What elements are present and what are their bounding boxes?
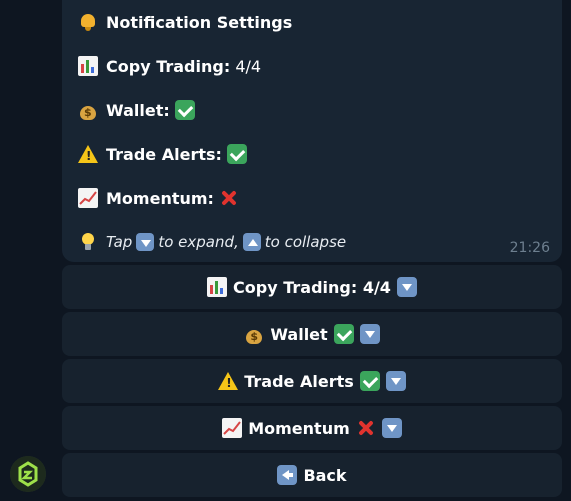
money-bag-icon [244, 324, 264, 344]
down-arrow-icon [381, 418, 402, 438]
up-arrow-icon [242, 233, 261, 251]
tip-suffix: to collapse [264, 233, 347, 251]
light-bulb-icon [78, 232, 98, 252]
check-mark-icon [359, 371, 380, 391]
wallet-line: Wallet: [78, 88, 203, 132]
bar-chart-icon [207, 277, 228, 297]
wallet-button-label: Wallet [270, 324, 328, 344]
bot-avatar[interactable] [10, 456, 46, 492]
bar-chart-icon [78, 56, 98, 76]
avatar-column [0, 0, 58, 501]
chart-increasing-icon [78, 188, 98, 208]
tip-prefix: Tap [106, 233, 133, 251]
wallet-button[interactable]: Wallet [62, 312, 562, 356]
down-arrow-icon [396, 277, 417, 297]
momentum-label: Momentum: [106, 188, 214, 208]
down-arrow-icon [359, 324, 380, 344]
message-title: Notification Settings [106, 12, 293, 32]
cross-mark-icon [356, 418, 376, 438]
trade-alerts-label: Trade Alerts: [106, 144, 222, 164]
copy-trading-label: Copy Trading: [106, 56, 231, 76]
warning-icon [78, 144, 98, 164]
message-timestamp: 21:26 [509, 240, 550, 256]
bell-icon [78, 12, 98, 32]
down-arrow-icon [385, 371, 406, 391]
warning-icon [218, 371, 239, 391]
copy-trading-button-label: Copy Trading: 4/4 [233, 277, 391, 297]
momentum-button[interactable]: Momentum [62, 406, 562, 450]
copy-trading-value: 4/4 [235, 56, 262, 76]
title-line: Notification Settings [78, 0, 292, 44]
down-arrow-icon [136, 233, 155, 251]
check-mark-icon [333, 324, 354, 344]
trade-alerts-button[interactable]: Trade Alerts [62, 359, 562, 403]
back-button[interactable]: Back [62, 453, 562, 497]
copy-trading-button[interactable]: Copy Trading: 4/4 [62, 265, 562, 309]
tip-line: Tap to expand, to collapse [78, 220, 346, 264]
copy-trading-line: Copy Trading: 4/4 [78, 44, 261, 88]
momentum-button-label: Momentum [248, 418, 350, 438]
check-mark-icon [174, 100, 195, 120]
bot-logo-icon [10, 456, 46, 492]
trade-alerts-button-label: Trade Alerts [244, 371, 354, 391]
left-arrow-icon [277, 465, 298, 485]
chart-increasing-icon [222, 418, 243, 438]
cross-mark-icon [219, 188, 239, 208]
back-button-label: Back [303, 465, 347, 485]
money-bag-icon [78, 100, 98, 120]
momentum-line: Momentum: [78, 176, 247, 220]
trade-alerts-line: Trade Alerts: [78, 132, 255, 176]
wallet-label: Wallet: [106, 100, 170, 120]
check-mark-icon [227, 144, 247, 164]
tip-middle: to expand, [158, 233, 239, 251]
message-bubble: Notification Settings Copy Trading: 4/4 … [62, 0, 562, 262]
